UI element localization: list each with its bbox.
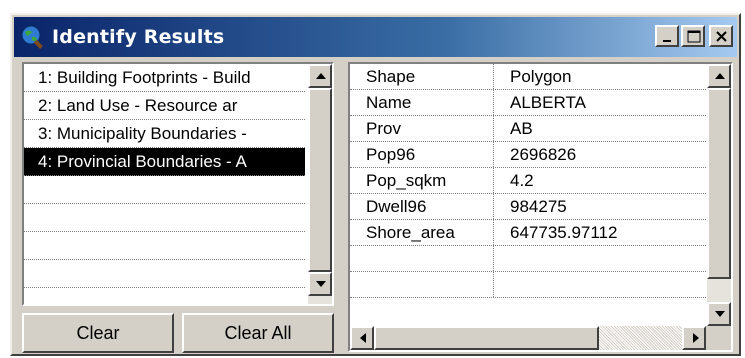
table-row-empty xyxy=(350,246,706,272)
clear-button-label: Clear xyxy=(76,322,120,343)
maximize-button[interactable] xyxy=(681,25,705,47)
table-row[interactable]: Name ALBERTA xyxy=(350,90,706,116)
attributes-horizontal-scrollbar[interactable] xyxy=(350,326,706,350)
table-row[interactable]: Dwell96 984275 xyxy=(350,194,706,220)
layer-list-vertical-scrollbar[interactable] xyxy=(308,64,332,304)
window-controls xyxy=(653,25,733,47)
scroll-up-button[interactable] xyxy=(707,64,731,88)
scroll-thumb[interactable] xyxy=(707,88,731,279)
identify-results-window: Identify Results 1: Building Footprints … xyxy=(10,13,741,356)
field-name: Pop96 xyxy=(350,142,494,167)
table-row[interactable]: Pop_sqkm 4.2 xyxy=(350,168,706,194)
layer-item-label: 4: Provincial Boundaries - A xyxy=(38,152,247,171)
field-name: Dwell96 xyxy=(350,194,494,219)
field-name: Pop_sqkm xyxy=(350,168,494,193)
field-value-empty xyxy=(494,246,510,271)
title-bar[interactable]: Identify Results xyxy=(14,17,737,57)
layer-item[interactable]: 2: Land Use - Resource ar xyxy=(24,92,305,120)
table-row[interactable]: Shore_area 647735.97112 xyxy=(350,220,706,246)
layer-item-selected[interactable]: 4: Provincial Boundaries - A xyxy=(24,148,305,176)
layer-item-label: 1: Building Footprints - Build xyxy=(38,68,251,87)
attributes-table: Shape Polygon Name ALBERTA Prov AB Pop96… xyxy=(350,64,706,298)
close-button[interactable] xyxy=(709,25,733,47)
empty-row xyxy=(24,232,305,260)
layer-item[interactable]: 3: Municipality Boundaries - xyxy=(24,120,305,148)
layer-item-label: 3: Municipality Boundaries - xyxy=(38,124,247,143)
horizontal-scroll-track[interactable] xyxy=(599,326,682,350)
horizontal-scroll-thumb[interactable] xyxy=(374,326,599,350)
field-value: ALBERTA xyxy=(510,93,586,112)
field-name: Shape xyxy=(350,64,494,89)
arrow-down-icon xyxy=(316,281,326,287)
field-value: Polygon xyxy=(510,67,572,86)
scroll-up-button[interactable] xyxy=(308,64,332,88)
scrollbar-corner xyxy=(706,326,731,350)
window-title: Identify Results xyxy=(52,26,225,48)
field-value: AB xyxy=(510,119,533,138)
scroll-right-button[interactable] xyxy=(682,326,706,350)
field-value: 2696826 xyxy=(510,145,577,164)
field-name: Shore_area xyxy=(350,220,494,245)
maximize-icon xyxy=(687,30,701,43)
attributes-vertical-scrollbar[interactable] xyxy=(707,64,731,326)
arrow-down-icon xyxy=(715,311,725,317)
minimize-button[interactable] xyxy=(655,25,679,47)
table-row[interactable]: Shape Polygon xyxy=(350,64,706,90)
empty-row xyxy=(24,204,305,232)
layer-item[interactable]: 1: Building Footprints - Build xyxy=(24,64,305,92)
empty-row xyxy=(24,260,305,288)
layer-item-label: 2: Land Use - Resource ar xyxy=(38,96,238,115)
field-value-empty xyxy=(494,272,510,297)
layer-list-panel: 1: Building Footprints - Build 2: Land U… xyxy=(22,62,334,306)
minimize-icon xyxy=(663,40,671,42)
arrow-left-icon xyxy=(360,333,366,343)
clear-all-button-label: Clear All xyxy=(224,322,292,343)
identify-globe-icon xyxy=(21,25,43,49)
field-value: 984275 xyxy=(510,197,567,216)
scroll-left-button[interactable] xyxy=(350,326,374,350)
arrow-up-icon xyxy=(316,73,326,79)
close-icon xyxy=(716,31,727,42)
table-row[interactable]: Prov AB xyxy=(350,116,706,142)
empty-row xyxy=(24,176,305,204)
field-name: Name xyxy=(350,90,494,115)
scroll-down-button[interactable] xyxy=(308,272,332,296)
clear-all-button[interactable]: Clear All xyxy=(182,313,334,353)
field-value: 647735.97112 xyxy=(510,223,618,242)
arrow-right-icon xyxy=(693,333,699,343)
table-row-empty xyxy=(350,272,706,298)
clear-button[interactable]: Clear xyxy=(22,313,174,353)
layer-list[interactable]: 1: Building Footprints - Build 2: Land U… xyxy=(24,64,305,288)
field-name: Prov xyxy=(350,116,494,141)
field-name-empty xyxy=(350,246,494,271)
field-value: 4.2 xyxy=(510,171,534,190)
arrow-up-icon xyxy=(715,73,725,79)
attributes-panel: Shape Polygon Name ALBERTA Prov AB Pop96… xyxy=(348,62,733,352)
field-name-empty xyxy=(350,272,494,297)
table-row[interactable]: Pop96 2696826 xyxy=(350,142,706,168)
scroll-thumb[interactable] xyxy=(308,88,332,272)
scroll-down-button[interactable] xyxy=(707,302,731,326)
